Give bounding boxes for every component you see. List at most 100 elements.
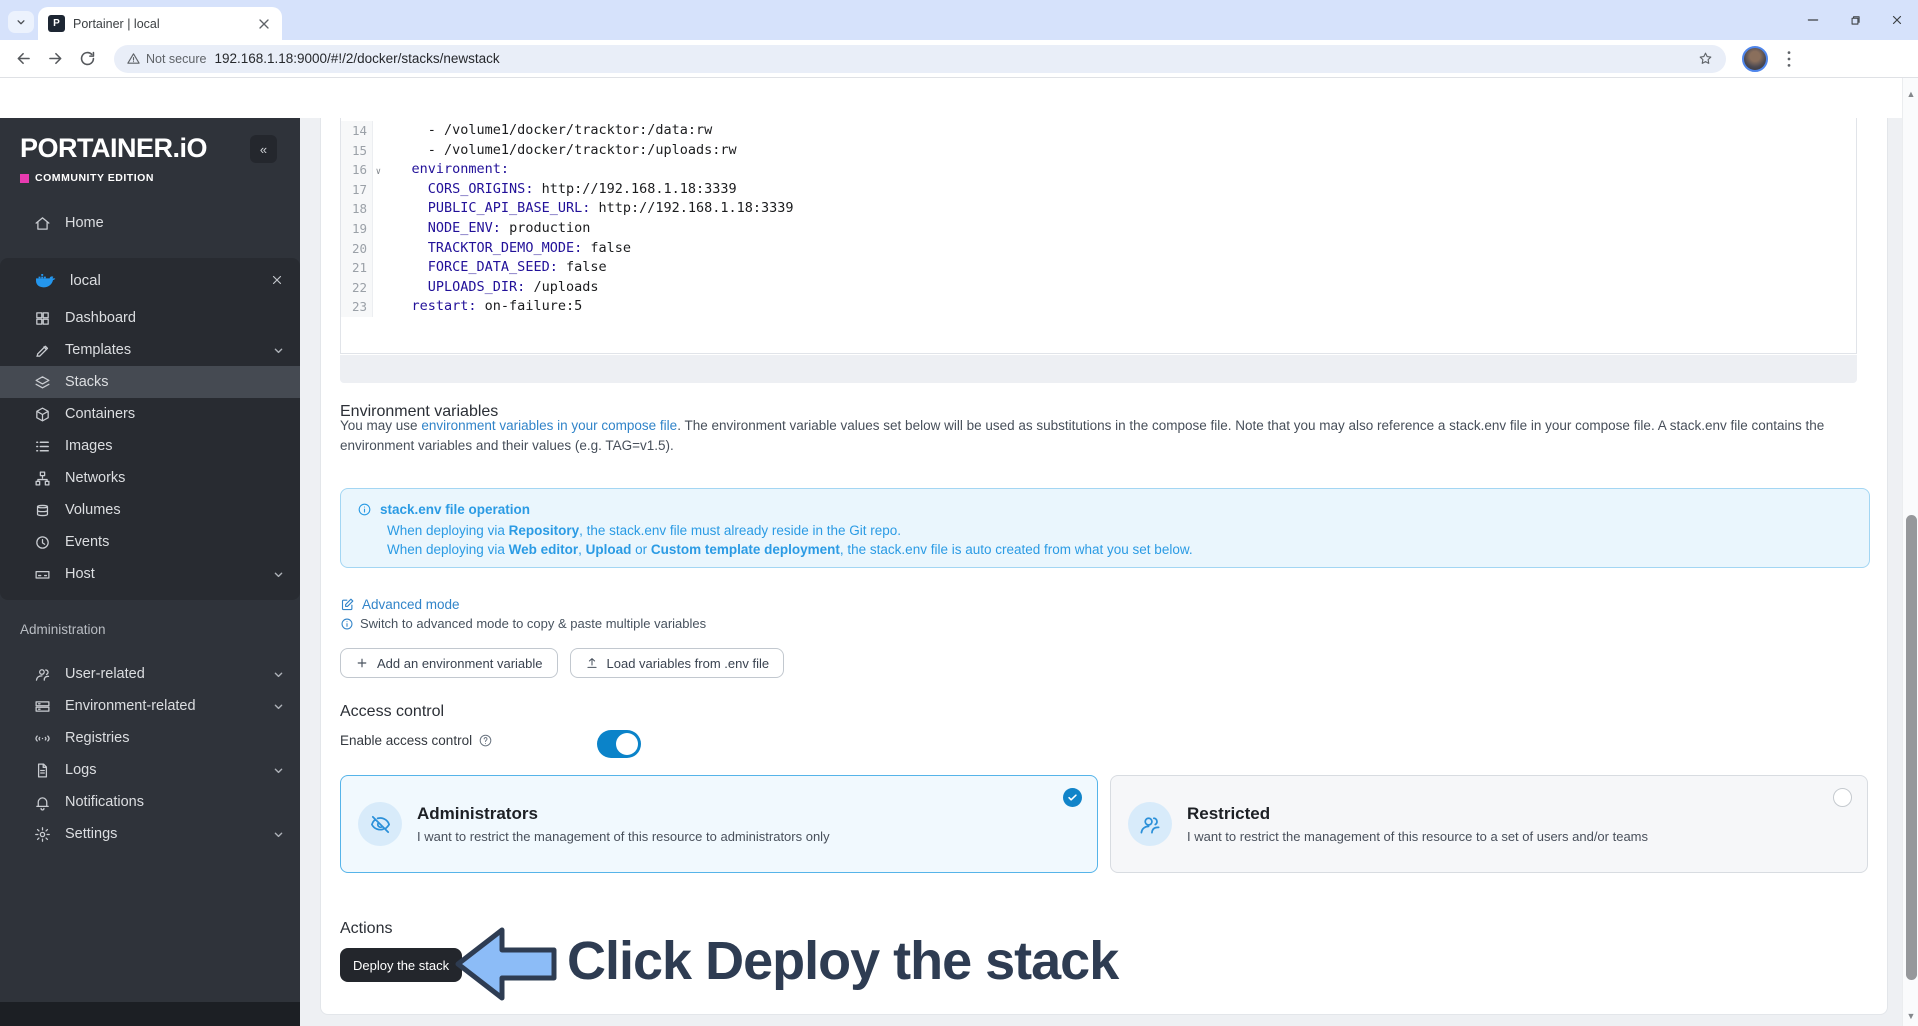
access-control-toggle[interactable]	[597, 730, 641, 758]
enable-access-control-label: Enable access control	[340, 733, 493, 748]
line-number: 16 ∨	[341, 160, 381, 180]
editor-line[interactable]: 21 FORCE_DATA_SEED: false	[341, 258, 1856, 278]
editor-line[interactable]: 15 - /volume1/docker/tracktor:/uploads:r…	[341, 140, 1856, 161]
sidebar-item-registries[interactable]: Registries	[0, 722, 300, 754]
line-number: 17	[341, 179, 373, 200]
scroll-up-icon[interactable]: ▲	[1903, 86, 1918, 102]
browser-toolbar: Not secure 192.168.1.18:9000/#!/2/docker…	[0, 40, 1918, 78]
stack-form-card: 14 - /volume1/docker/tracktor:/data:rw 15…	[320, 118, 1888, 1015]
deploy-stack-button[interactable]: Deploy the stack	[340, 948, 463, 982]
tab-title: Portainer | local	[73, 16, 160, 31]
line-number: 15	[341, 140, 373, 161]
editor-line[interactable]: 14 - /volume1/docker/tracktor:/data:rw	[341, 121, 1856, 141]
sidebar-item-stacks[interactable]: Stacks	[0, 366, 300, 398]
portainer-favicon: P	[48, 15, 65, 32]
editor-line[interactable]: 22 UPLOADS_DIR: /uploads	[341, 277, 1856, 298]
sidebar: PORTAINER.iO « COMMUNITY EDITION Home lo…	[0, 118, 300, 1026]
code-text: NODE_ENV: production	[427, 219, 591, 236]
sidebar-item-volumes[interactable]: Volumes	[0, 494, 300, 526]
page-scrollbar[interactable]: ▲ ▼	[1902, 78, 1918, 1026]
chevron-down-icon	[271, 343, 286, 358]
editor-line[interactable]: 23 restart: on-failure:5	[341, 297, 1856, 317]
editor-line[interactable]: 20 TRACKTOR_DEMO_MODE: false	[341, 238, 1856, 259]
main-content: 14 - /volume1/docker/tracktor:/data:rw 15…	[300, 118, 1902, 1026]
clock-icon	[34, 534, 51, 551]
scrollbar-thumb[interactable]	[1905, 515, 1917, 980]
sidebar-item-images[interactable]: Images	[0, 430, 300, 462]
chevron-down-icon	[14, 15, 28, 29]
env-variables-description: You may use environment variables in you…	[340, 418, 1825, 453]
advanced-mode-link[interactable]: Advanced mode	[340, 597, 460, 612]
add-env-variable-button[interactable]: Add an environment variable	[340, 648, 558, 678]
editor-line[interactable]: 18 PUBLIC_API_BASE_URL: http://192.168.1…	[341, 199, 1856, 219]
file-icon	[34, 762, 51, 779]
scroll-down-icon[interactable]: ▼	[1903, 1008, 1918, 1024]
back-icon[interactable]	[10, 46, 36, 72]
editor-line[interactable]: 16 ∨ environment:	[341, 160, 1856, 180]
forward-icon[interactable]	[42, 46, 68, 72]
gear-icon	[34, 826, 51, 843]
reload-icon[interactable]	[74, 46, 100, 72]
restricted-card[interactable]: Restricted I want to restrict the manage…	[1110, 775, 1868, 873]
url-text[interactable]: 192.168.1.18:9000/#!/2/docker/stacks/new…	[214, 51, 1689, 66]
upload-icon	[585, 656, 599, 670]
window-minimize-icon[interactable]	[1806, 13, 1820, 27]
environment-panel: local Dashboard Templates Stacks Containers…	[0, 258, 300, 600]
sidebar-item-containers[interactable]: Containers	[0, 398, 300, 430]
sidebar-item-dashboard[interactable]: Dashboard	[0, 302, 300, 334]
sidebar-item-environment-related[interactable]: Environment-related	[0, 690, 300, 722]
compose-editor[interactable]: 14 - /volume1/docker/tracktor:/data:rw 15…	[340, 118, 1857, 354]
sidebar-item-label: Volumes	[65, 502, 121, 518]
code-text: CORS_ORIGINS: http://192.168.1.18:3339	[427, 180, 737, 197]
sidebar-item-label: User-related	[65, 666, 145, 682]
restricted-radio[interactable]	[1833, 788, 1852, 807]
sidebar-item-notifications[interactable]: Notifications	[0, 786, 300, 818]
address-bar[interactable]: Not secure 192.168.1.18:9000/#!/2/docker…	[114, 44, 1726, 73]
inline-link[interactable]: environment variables in your compose fi…	[421, 418, 677, 433]
fold-marker-icon[interactable]: ∨	[376, 163, 381, 183]
restricted-icon-circle	[1128, 802, 1172, 846]
window-restore-icon[interactable]	[1848, 13, 1862, 27]
sidebar-item-home[interactable]: Home	[0, 206, 300, 240]
info-circle-icon	[357, 502, 372, 517]
bookmark-star-icon[interactable]	[1697, 50, 1714, 67]
administrators-card[interactable]: Administrators I want to restrict the ma…	[340, 775, 1098, 873]
sidebar-item-user-related[interactable]: User-related	[0, 658, 300, 690]
editor-line[interactable]: 19 NODE_ENV: production	[341, 218, 1856, 239]
line-number: 19	[341, 218, 373, 239]
tab-close-icon[interactable]	[256, 16, 272, 32]
restricted-title: Restricted	[1187, 804, 1271, 823]
sidebar-item-settings[interactable]: Settings	[0, 818, 300, 850]
sidebar-item-label: Networks	[65, 470, 126, 486]
layers-icon	[34, 374, 51, 391]
list-icon	[34, 438, 51, 455]
code-text: - /volume1/docker/tracktor:/data:rw	[379, 122, 713, 138]
load-env-file-button[interactable]: Load variables from .env file	[569, 648, 785, 678]
sidebar-item-host[interactable]: Host	[0, 558, 300, 590]
code-text: PUBLIC_API_BASE_URL: http://192.168.1.18…	[427, 200, 794, 217]
sidebar-item-logs[interactable]: Logs	[0, 754, 300, 786]
stackenv-info-box: stack.env file operation When deploying …	[340, 488, 1870, 568]
info-box-line: When deploying via Web editor, Upload or…	[387, 542, 1193, 557]
sidebar-item-networks[interactable]: Networks	[0, 462, 300, 494]
chevron-down-icon	[271, 699, 286, 714]
line-number: 14	[341, 121, 373, 141]
environment-header-local[interactable]: local	[0, 258, 300, 302]
editor-resize-bar[interactable]	[340, 355, 1857, 383]
profile-avatar[interactable]	[1742, 45, 1768, 72]
code-text: restart: on-failure:5	[411, 298, 583, 315]
security-badge[interactable]: Not secure	[126, 51, 206, 66]
sidebar-item-label: Templates	[65, 342, 132, 358]
browser-menu-icon[interactable]	[1778, 48, 1800, 70]
sidebar-item-events[interactable]: Events	[0, 526, 300, 558]
advanced-mode-hint: Switch to advanced mode to copy & paste …	[340, 616, 706, 631]
sidebar-item-templates[interactable]: Templates	[0, 334, 300, 366]
editor-line[interactable]: 17 CORS_ORIGINS: http://192.168.1.18:333…	[341, 179, 1856, 200]
tab-search-button[interactable]	[8, 11, 34, 33]
plus-icon	[355, 656, 369, 670]
sidebar-collapse-button[interactable]: «	[250, 135, 277, 163]
environment-close-icon[interactable]	[270, 273, 284, 287]
access-control-heading: Access control	[340, 703, 445, 720]
window-close-icon[interactable]	[1890, 13, 1904, 27]
browser-tab[interactable]: P Portainer | local	[38, 7, 282, 40]
